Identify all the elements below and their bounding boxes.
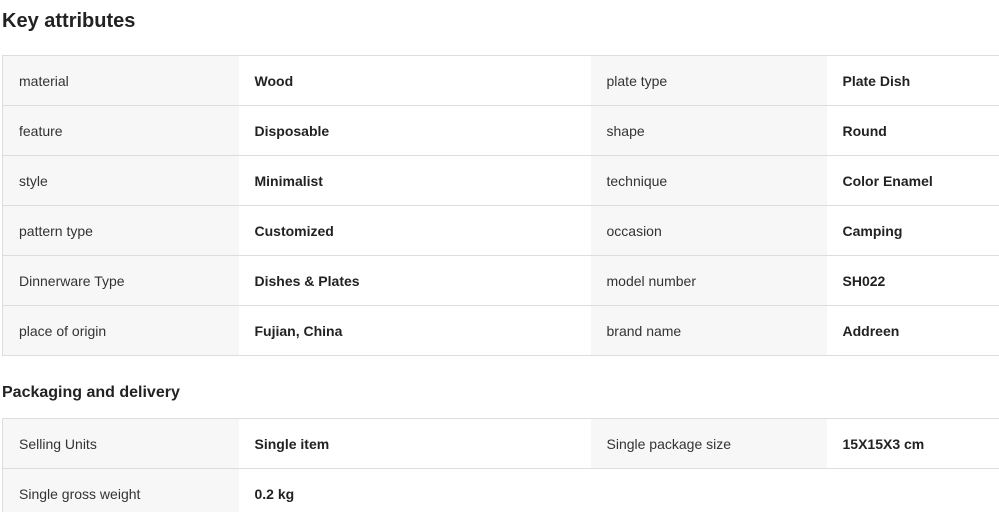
table-row: Selling Units Single item Single package… [2, 418, 999, 469]
packaging-delivery-title: Packaging and delivery [2, 384, 180, 401]
attribute-value: Customized [238, 205, 591, 256]
attribute-value: Camping [826, 205, 999, 256]
attribute-value: Dishes & Plates [238, 255, 591, 306]
attribute-label: occasion [590, 205, 827, 256]
attribute-value: Round [826, 105, 999, 156]
key-attributes-title: Key attributes [2, 10, 136, 32]
attribute-label: style [2, 155, 239, 206]
attribute-label: Dinnerware Type [2, 255, 239, 306]
key-attributes-table: material Wood plate type Plate Dish feat… [2, 55, 999, 356]
attribute-label: Single package size [590, 418, 827, 469]
table-row: style Minimalist technique Color Enamel [2, 155, 999, 206]
table-row: feature Disposable shape Round [2, 105, 999, 156]
table-row: place of origin Fujian, China brand name… [2, 305, 999, 356]
attribute-value: Plate Dish [826, 55, 999, 106]
attribute-label: place of origin [2, 305, 239, 356]
attribute-value: 15X15X3 cm [826, 418, 999, 469]
attribute-value: Color Enamel [826, 155, 999, 206]
attribute-label: Selling Units [2, 418, 239, 469]
table-row: Single gross weight 0.2 kg [2, 468, 999, 512]
attribute-label: plate type [590, 55, 827, 106]
attribute-value: Single item [238, 418, 591, 469]
table-row: material Wood plate type Plate Dish [2, 55, 999, 106]
attribute-label: shape [590, 105, 827, 156]
packaging-delivery-table: Selling Units Single item Single package… [2, 418, 999, 512]
attribute-value: SH022 [826, 255, 999, 306]
attribute-value: Disposable [238, 105, 591, 156]
attribute-label: pattern type [2, 205, 239, 256]
attribute-value: Minimalist [238, 155, 591, 206]
attribute-label: feature [2, 105, 239, 156]
attribute-label: material [2, 55, 239, 106]
attribute-value: Addreen [826, 305, 999, 356]
empty-cell [590, 468, 999, 512]
table-row: Dinnerware Type Dishes & Plates model nu… [2, 255, 999, 306]
attribute-value: Fujian, China [238, 305, 591, 356]
attribute-label: Single gross weight [2, 468, 239, 512]
attribute-label: model number [590, 255, 827, 306]
attribute-value: 0.2 kg [238, 468, 591, 512]
table-row: pattern type Customized occasion Camping [2, 205, 999, 256]
product-attributes-page: Key attributes material Wood plate type … [0, 0, 999, 512]
attribute-value: Wood [238, 55, 591, 106]
attribute-label: brand name [590, 305, 827, 356]
attribute-label: technique [590, 155, 827, 206]
